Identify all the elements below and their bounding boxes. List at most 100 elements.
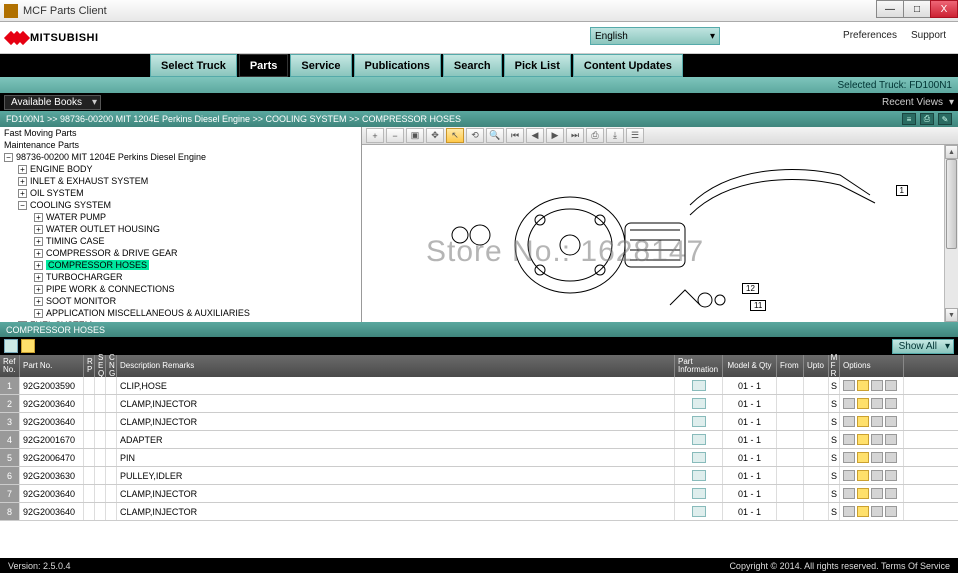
preferences-link[interactable]: Preferences	[843, 30, 897, 41]
fit-icon[interactable]: ▣	[406, 128, 424, 143]
option-icon-3[interactable]	[871, 452, 883, 463]
table-row[interactable]: 292G2003640CLAMP,INJECTOR01 - 1S	[0, 395, 958, 413]
zoom-out-icon[interactable]: −	[386, 128, 404, 143]
option-icon-2[interactable]	[857, 488, 869, 499]
expand-icon[interactable]: +	[34, 225, 43, 234]
expand-icon[interactable]: +	[34, 297, 43, 306]
tree-inlet-exhaust[interactable]: INLET & EXHAUST SYSTEM	[30, 176, 148, 186]
tab-search[interactable]: Search	[443, 54, 502, 77]
chevron-down-icon[interactable]: ▾	[949, 97, 954, 108]
expand-icon[interactable]: +	[34, 237, 43, 246]
search-icon[interactable]: 🔍	[486, 128, 504, 143]
tree-root[interactable]: 98736-00200 MIT 1204E Perkins Diesel Eng…	[16, 152, 206, 162]
expand-icon[interactable]: +	[34, 273, 43, 282]
table-row[interactable]: 692G2003630PULLEY,IDLER01 - 1S	[0, 467, 958, 485]
col-mq[interactable]: Model & Qty	[723, 355, 777, 377]
part-info-icon[interactable]	[692, 434, 706, 445]
tab-parts[interactable]: Parts	[239, 54, 289, 77]
expand-icon[interactable]: +	[18, 177, 27, 186]
part-info-icon[interactable]	[692, 398, 706, 409]
nav-last-icon[interactable]: ⏭	[566, 128, 584, 143]
expand-icon[interactable]: +	[18, 165, 27, 174]
part-info-icon[interactable]	[692, 452, 706, 463]
option-icon-2[interactable]	[857, 416, 869, 427]
toggle-button-2[interactable]	[21, 339, 35, 353]
option-icon-4[interactable]	[885, 380, 897, 391]
reset-icon[interactable]: ⟲	[466, 128, 484, 143]
collapse-icon[interactable]: −	[18, 201, 27, 210]
close-button[interactable]: X	[930, 0, 958, 18]
table-row[interactable]: 792G2003640CLAMP,INJECTOR01 - 1S	[0, 485, 958, 503]
export-icon[interactable]: ⤓	[606, 128, 624, 143]
collapse-icon[interactable]: −	[4, 153, 13, 162]
tree-soot-monitor[interactable]: SOOT MONITOR	[46, 296, 116, 306]
tree-cooling-system[interactable]: COOLING SYSTEM	[30, 200, 111, 210]
tab-pick-list[interactable]: Pick List	[504, 54, 571, 77]
support-link[interactable]: Support	[911, 30, 946, 41]
col-upto[interactable]: Upto	[804, 355, 829, 377]
option-icon-3[interactable]	[871, 416, 883, 427]
scroll-down-icon[interactable]: ▼	[945, 308, 958, 322]
scroll-thumb[interactable]	[946, 159, 957, 249]
tree-pipe-work[interactable]: PIPE WORK & CONNECTIONS	[46, 284, 175, 294]
tree-turbocharger[interactable]: TURBOCHARGER	[46, 272, 123, 282]
option-icon-2[interactable]	[857, 380, 869, 391]
option-icon-2[interactable]	[857, 434, 869, 445]
option-icon-3[interactable]	[871, 488, 883, 499]
table-row[interactable]: 592G2006470PIN01 - 1S	[0, 449, 958, 467]
option-icon-3[interactable]	[871, 434, 883, 445]
tree-app-misc[interactable]: APPLICATION MISCELLANEOUS & AUXILIARIES	[46, 308, 250, 318]
option-icon-3[interactable]	[871, 398, 883, 409]
recent-views-label[interactable]: Recent Views	[882, 97, 943, 108]
option-icon-3[interactable]	[871, 380, 883, 391]
part-info-icon[interactable]	[692, 470, 706, 481]
list-view-icon[interactable]: ≡	[902, 113, 916, 125]
tree-maintenance[interactable]: Maintenance Parts	[0, 139, 361, 151]
expand-icon[interactable]: +	[34, 261, 43, 270]
col-options[interactable]: Options	[840, 355, 904, 377]
maximize-button[interactable]: □	[903, 0, 931, 18]
nav-prev-icon[interactable]: ◀	[526, 128, 544, 143]
option-icon-4[interactable]	[885, 470, 897, 481]
expand-icon[interactable]: +	[34, 213, 43, 222]
select-icon[interactable]: ↖	[446, 128, 464, 143]
show-all-dropdown[interactable]: Show All	[892, 339, 954, 354]
col-pi[interactable]: Part Information	[675, 355, 723, 377]
option-icon-2[interactable]	[857, 452, 869, 463]
zoom-in-icon[interactable]: +	[366, 128, 384, 143]
option-icon-4[interactable]	[885, 398, 897, 409]
tab-service[interactable]: Service	[290, 54, 351, 77]
tree-compressor-drive[interactable]: COMPRESSOR & DRIVE GEAR	[46, 248, 178, 258]
toggle-button-1[interactable]	[4, 339, 18, 353]
col-desc[interactable]: Description Remarks	[117, 355, 675, 377]
option-icon-2[interactable]	[857, 470, 869, 481]
table-row[interactable]: 892G2003640CLAMP,INJECTOR01 - 1S	[0, 503, 958, 521]
col-cng[interactable]: C N G	[106, 355, 117, 377]
option-icon-1[interactable]	[843, 506, 855, 517]
expand-icon[interactable]: +	[34, 249, 43, 258]
option-icon-4[interactable]	[885, 434, 897, 445]
option-icon-4[interactable]	[885, 506, 897, 517]
callout-12[interactable]: 12	[742, 283, 759, 294]
part-info-icon[interactable]	[692, 506, 706, 517]
expand-icon[interactable]: +	[18, 321, 27, 322]
tree-timing-case[interactable]: TIMING CASE	[46, 236, 105, 246]
minimize-button[interactable]: —	[876, 0, 904, 18]
tree-fastmoving[interactable]: Fast Moving Parts	[0, 127, 361, 139]
callout-11[interactable]: 11	[750, 300, 766, 311]
nav-first-icon[interactable]: ⏮	[506, 128, 524, 143]
option-icon-3[interactable]	[871, 506, 883, 517]
option-icon-2[interactable]	[857, 506, 869, 517]
layers-icon[interactable]: ☰	[626, 128, 644, 143]
option-icon-1[interactable]	[843, 380, 855, 391]
tree-water-pump[interactable]: WATER PUMP	[46, 212, 106, 222]
nav-next-icon[interactable]: ▶	[546, 128, 564, 143]
table-row[interactable]: 192G2003590CLIP,HOSE01 - 1S	[0, 377, 958, 395]
tab-select-truck[interactable]: Select Truck	[150, 54, 237, 77]
option-icon-1[interactable]	[843, 452, 855, 463]
diagram-image[interactable]: 1 12 11 Store No.: 1628147	[362, 145, 958, 322]
option-icon-1[interactable]	[843, 434, 855, 445]
option-icon-4[interactable]	[885, 416, 897, 427]
available-books-dropdown[interactable]: Available Books	[4, 95, 101, 110]
part-info-icon[interactable]	[692, 488, 706, 499]
